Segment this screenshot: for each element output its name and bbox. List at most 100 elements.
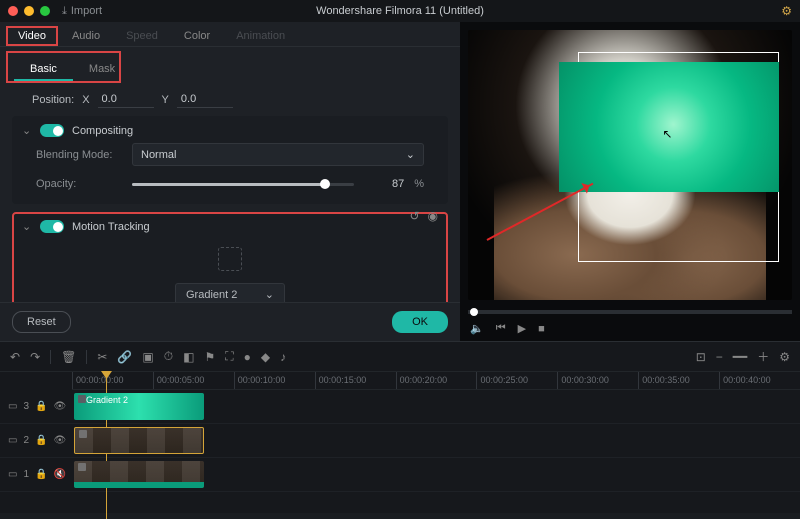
track-number: 1 <box>23 469 29 480</box>
timeline-clip[interactable]: Gradient 2 <box>74 393 204 420</box>
preview-canvas[interactable]: ↖ <box>468 30 792 300</box>
lock-icon[interactable]: 🔒 <box>35 435 47 446</box>
import-button[interactable]: ⤓ Import <box>62 5 102 18</box>
track-number: 2 <box>23 435 29 446</box>
track-row: ▭ 1 🔒 🔇 <box>0 458 800 492</box>
properties-panel: Video Audio Speed Color Animation Basic … <box>0 22 460 341</box>
timeline-panel: ↶ ↷ 🗑 ✂ 🔗 ▣ ⏱ ◧ ⚑ ⛶ ● ◆ ♪ ⊡ − ━━ ＋ ⚙ 00:… <box>0 341 800 513</box>
zoom-slider[interactable]: ━━ <box>733 350 747 364</box>
tab-video[interactable]: Video <box>6 26 58 46</box>
chevron-down-icon[interactable]: ⌄ <box>22 124 32 137</box>
import-icon: ⤓ <box>62 5 67 18</box>
settings-icon[interactable]: ⚙ <box>779 350 790 364</box>
motion-tracking-section: ⌄ Motion Tracking ↺ ◉ Gradient 2 ⌄ <box>12 212 448 302</box>
property-tabs: Video Audio Speed Color Animation <box>0 22 460 47</box>
opacity-label: Opacity: <box>36 178 122 190</box>
position-row: Position: X Y <box>12 83 448 116</box>
delete-icon[interactable]: 🗑 <box>61 350 76 364</box>
minimize-icon[interactable] <box>24 6 34 16</box>
subtab-basic[interactable]: Basic <box>14 59 73 81</box>
zoom-out-icon[interactable]: − <box>716 350 723 364</box>
tab-animation[interactable]: Animation <box>224 26 297 46</box>
speed-icon[interactable]: ⏱ <box>164 349 173 364</box>
tracking-link-select[interactable]: Gradient 2 ⌄ <box>175 283 285 302</box>
compositing-toggle[interactable] <box>40 124 64 137</box>
lock-icon[interactable]: 🔒 <box>35 401 47 412</box>
redo-icon[interactable]: ↷ <box>30 350 40 364</box>
preview-progress[interactable] <box>468 310 792 314</box>
percent-label: % <box>414 178 424 190</box>
playback-controls: 🔈 ⏮ ▶ ■ <box>460 316 800 341</box>
position-y-label: Y <box>162 94 169 106</box>
track-type-icon: ▭ <box>8 469 17 480</box>
timeline-ruler[interactable]: 00:00:00:00 00:00:05:00 00:00:10:00 00:0… <box>72 372 800 390</box>
track-row: ▭ 3 🔒 👁 Gradient 2 <box>0 390 800 424</box>
record-icon[interactable]: ● <box>244 350 251 364</box>
blend-mode-select[interactable]: Normal ⌄ <box>132 143 424 166</box>
lock-icon[interactable]: 🔒 <box>35 469 47 480</box>
visibility-icon[interactable]: 👁 <box>53 401 66 412</box>
position-x-input[interactable] <box>98 91 154 108</box>
undo-icon[interactable]: ↶ <box>10 350 20 364</box>
video-subtabs: Basic Mask <box>6 51 121 83</box>
ruler-tick: 00:00:15:00 <box>315 372 396 389</box>
stop-icon[interactable]: ■ <box>538 323 545 335</box>
window-controls <box>8 6 50 16</box>
subtab-mask[interactable]: Mask <box>73 59 131 81</box>
compositing-title: Compositing <box>72 125 133 137</box>
track-number: 3 <box>23 401 29 412</box>
chevron-down-icon: ⌄ <box>265 288 274 301</box>
tracking-target-icon[interactable]: ◉ <box>428 209 438 223</box>
clip-label: Gradient 2 <box>86 395 128 405</box>
tracking-link-value: Gradient 2 <box>186 289 237 301</box>
timeline-clip[interactable] <box>74 427 204 454</box>
tab-audio[interactable]: Audio <box>60 26 112 46</box>
ok-button[interactable]: OK <box>392 311 448 333</box>
tab-color[interactable]: Color <box>172 26 222 46</box>
split-icon[interactable]: ✂ <box>97 350 107 364</box>
prev-frame-icon[interactable]: ⏮ <box>496 322 506 335</box>
ruler-tick: 00:00:40:00 <box>719 372 800 389</box>
opacity-slider[interactable] <box>132 183 354 186</box>
position-y-input[interactable] <box>177 91 233 108</box>
timeline-clip[interactable] <box>74 461 204 488</box>
ruler-tick: 00:00:25:00 <box>476 372 557 389</box>
blend-mode-label: Blending Mode: <box>36 149 122 161</box>
visibility-icon[interactable]: 👁 <box>53 435 66 446</box>
color-icon[interactable]: ◧ <box>183 350 194 364</box>
zoom-in-icon[interactable]: ＋ <box>757 348 769 365</box>
preview-panel: ↖ 🔈 ⏮ ▶ ■ <box>460 22 800 341</box>
timeline-tracks: ▭ 3 🔒 👁 Gradient 2 ▭ 2 🔒 👁 <box>0 390 800 513</box>
ruler-tick: 00:00:10:00 <box>234 372 315 389</box>
expand-icon[interactable]: ⛶ <box>225 349 233 364</box>
timeline-toolbar: ↶ ↷ 🗑 ✂ 🔗 ▣ ⏱ ◧ ⚑ ⛶ ● ◆ ♪ ⊡ − ━━ ＋ ⚙ <box>0 342 800 372</box>
zoom-fit-icon[interactable]: ⊡ <box>696 350 706 364</box>
marker-icon[interactable]: ⚑ <box>204 350 215 364</box>
import-label: Import <box>71 5 102 17</box>
ruler-tick: 00:00:35:00 <box>638 372 719 389</box>
ruler-tick: 00:00:00:00 <box>72 372 153 389</box>
maximize-icon[interactable] <box>40 6 50 16</box>
mute-icon[interactable]: 🔇 <box>53 469 65 480</box>
play-icon[interactable]: ▶ <box>518 322 526 335</box>
motion-tracking-title: Motion Tracking <box>72 221 150 233</box>
chevron-down-icon[interactable]: ⌄ <box>22 220 32 233</box>
reset-tracking-icon[interactable]: ↺ <box>409 209 419 223</box>
progress-thumb[interactable] <box>470 308 478 316</box>
opacity-value: 87 <box>364 178 404 190</box>
tips-icon[interactable]: ⚙ <box>781 4 792 18</box>
titlebar: ⤓ Import Wondershare Filmora 11 (Untitle… <box>0 0 800 22</box>
app-title: Wondershare Filmora 11 (Untitled) <box>316 5 484 17</box>
tracking-box-icon[interactable] <box>218 247 242 271</box>
position-label: Position: <box>32 94 74 106</box>
tab-speed[interactable]: Speed <box>114 26 170 46</box>
audio-mix-icon[interactable]: ♪ <box>280 350 286 364</box>
close-icon[interactable] <box>8 6 18 16</box>
reset-button[interactable]: Reset <box>12 311 71 333</box>
crop-icon[interactable]: ▣ <box>142 350 153 364</box>
volume-icon[interactable]: 🔈 <box>470 322 484 335</box>
keyframe-icon[interactable]: ◆ <box>261 350 270 364</box>
link-icon[interactable]: 🔗 <box>117 350 132 364</box>
motion-tracking-toggle[interactable] <box>40 220 64 233</box>
track-type-icon: ▭ <box>8 401 17 412</box>
